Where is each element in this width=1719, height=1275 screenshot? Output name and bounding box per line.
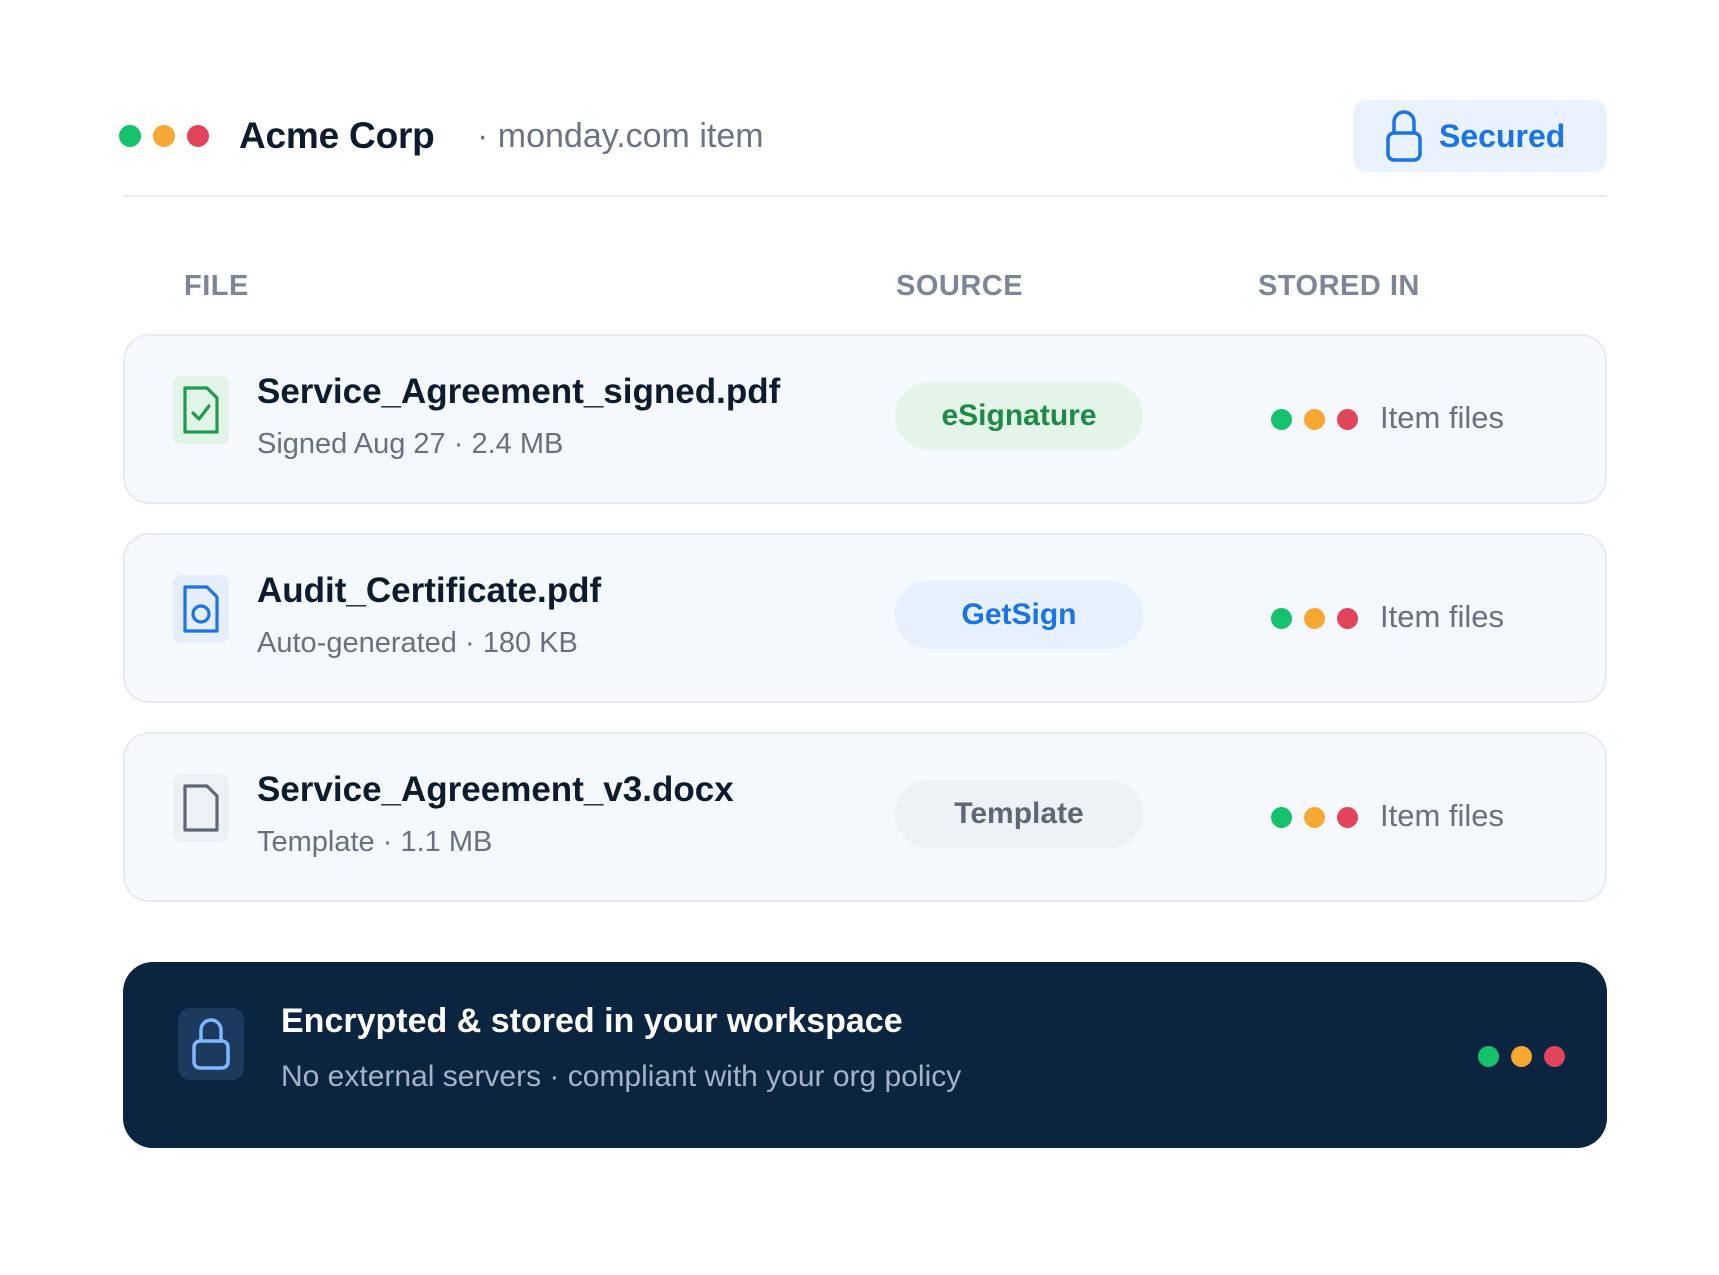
status-dot-orange xyxy=(1304,608,1325,629)
page-subtitle: · monday.com item xyxy=(477,117,764,155)
certificate-document-icon xyxy=(183,585,219,633)
file-name[interactable]: Service_Agreement_v3.docx xyxy=(257,770,734,810)
app-window: Acme Corp · monday.com item Secured FILE… xyxy=(0,0,1719,1275)
header-divider xyxy=(123,195,1607,197)
source-badge: eSignature xyxy=(895,382,1143,450)
status-dot-orange xyxy=(1304,409,1325,430)
status-dot-green xyxy=(1271,608,1292,629)
banner-icon-tile xyxy=(178,1008,244,1080)
file-icon-tile xyxy=(173,575,229,643)
file-icon-tile xyxy=(173,774,229,842)
column-header-source[interactable]: SOURCE xyxy=(896,270,1023,303)
file-meta: Template · 1.1 MB xyxy=(257,826,493,858)
window-dot-red[interactable] xyxy=(187,125,209,147)
window-dot-green[interactable] xyxy=(119,125,141,147)
status-dot-red xyxy=(1337,608,1358,629)
stored-in-label: Item files xyxy=(1380,599,1505,634)
security-banner: Encrypted & stored in your workspace No … xyxy=(123,962,1607,1148)
column-header-file[interactable]: FILE xyxy=(184,270,249,303)
header: Acme Corp · monday.com item Secured xyxy=(119,97,1607,172)
file-row-service-agreement-v3[interactable]: Service_Agreement_v3.docx Template · 1.1… xyxy=(123,732,1607,902)
status-dot-green xyxy=(1478,1046,1499,1067)
window-dot-orange[interactable] xyxy=(153,125,175,147)
banner-subtitle: No external servers · compliant with you… xyxy=(281,1060,962,1093)
signed-document-icon xyxy=(183,386,219,434)
status-dot-red xyxy=(1337,409,1358,430)
page-title: Acme Corp xyxy=(239,115,435,156)
file-row-audit-certificate[interactable]: Audit_Certificate.pdf Auto-generated · 1… xyxy=(123,533,1607,703)
status-dot-orange xyxy=(1304,807,1325,828)
file-icon-tile xyxy=(173,376,229,444)
secured-badge[interactable]: Secured xyxy=(1353,100,1607,172)
storage-dots xyxy=(1271,807,1358,828)
status-dot-orange xyxy=(1511,1046,1532,1067)
secured-badge-label: Secured xyxy=(1439,117,1566,154)
storage-dots xyxy=(1271,608,1358,629)
blank-document-icon xyxy=(183,784,219,832)
stored-in-label: Item files xyxy=(1380,798,1505,833)
source-badge: Template xyxy=(895,780,1143,848)
stored-in-label: Item files xyxy=(1380,400,1505,435)
lock-icon xyxy=(192,1018,230,1070)
file-name[interactable]: Service_Agreement_signed.pdf xyxy=(257,372,780,412)
window-dots xyxy=(119,125,209,147)
banner-dots xyxy=(1478,1046,1565,1067)
lock-icon xyxy=(1386,110,1422,162)
source-badge: GetSign xyxy=(895,581,1143,649)
status-dot-red xyxy=(1337,807,1358,828)
file-row-service-agreement-signed[interactable]: Service_Agreement_signed.pdf Signed Aug … xyxy=(123,334,1607,504)
status-dot-red xyxy=(1544,1046,1565,1067)
file-name[interactable]: Audit_Certificate.pdf xyxy=(257,571,601,611)
file-meta: Auto-generated · 180 KB xyxy=(257,627,578,659)
status-dot-green xyxy=(1271,409,1292,430)
banner-title: Encrypted & stored in your workspace xyxy=(281,1002,903,1040)
column-header-stored-in[interactable]: STORED IN xyxy=(1258,270,1420,303)
status-dot-green xyxy=(1271,807,1292,828)
storage-dots xyxy=(1271,409,1358,430)
file-meta: Signed Aug 27 · 2.4 MB xyxy=(257,428,564,460)
